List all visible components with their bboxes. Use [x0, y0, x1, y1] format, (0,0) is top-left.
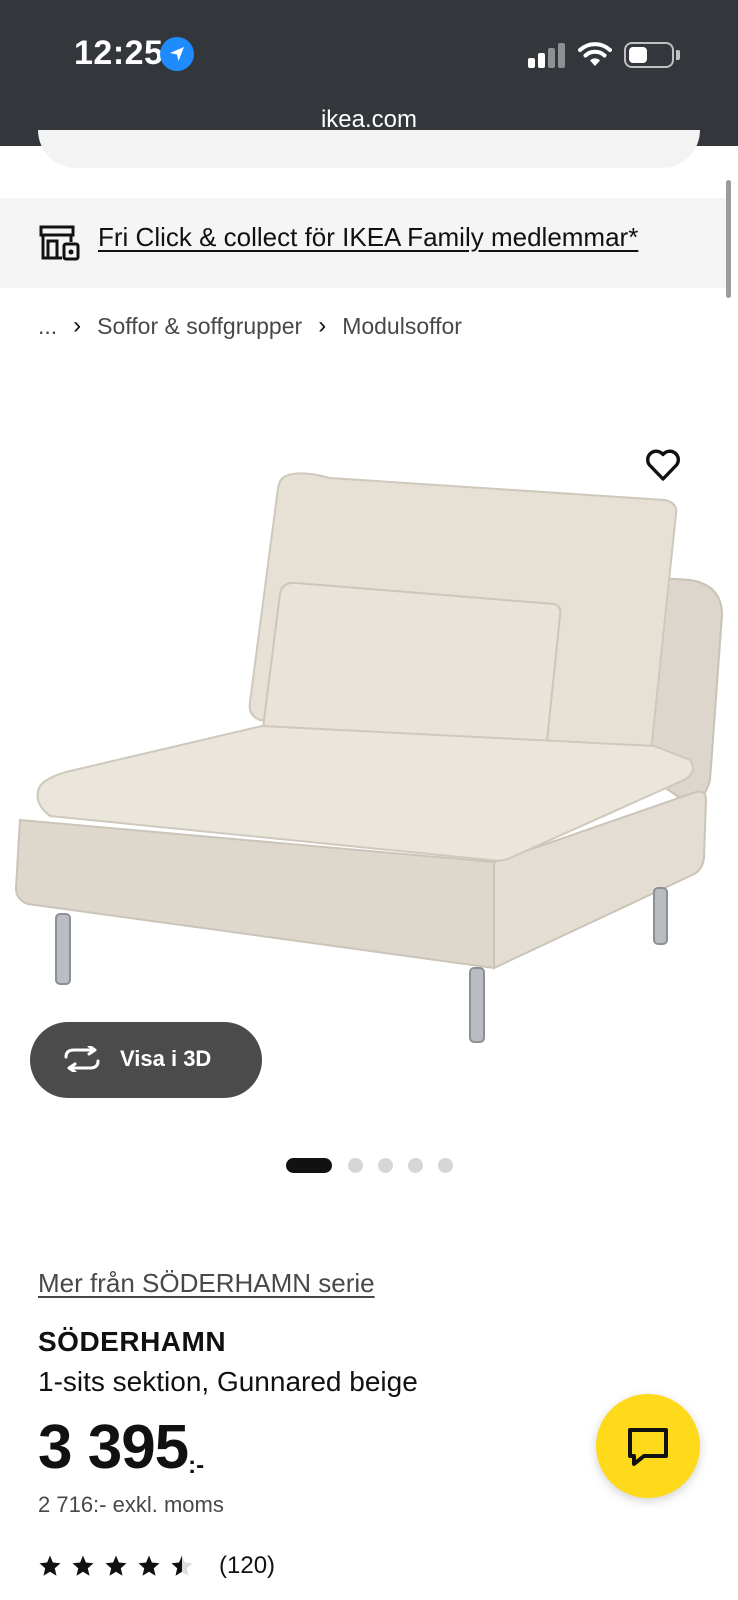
rating[interactable]: (120) — [38, 1552, 275, 1580]
carousel-dot[interactable] — [348, 1157, 363, 1173]
view-3d-label: Visa i 3D — [120, 1046, 212, 1071]
chat-button[interactable] — [596, 1394, 700, 1498]
star-filled-icon — [39, 1555, 61, 1576]
promo-banner[interactable]: Fri Click & collect för IKEA Family medl… — [0, 198, 726, 288]
product-image[interactable] — [0, 430, 738, 1060]
product-price: 3 395 :- — [38, 1412, 204, 1484]
review-count[interactable]: (120) — [219, 1552, 275, 1580]
chevron-right-icon: › — [318, 312, 327, 339]
breadcrumb-item-modulsoffor[interactable]: Modulsoffor — [342, 313, 462, 340]
carousel-dot[interactable] — [378, 1157, 393, 1173]
carousel-dot[interactable] — [408, 1157, 423, 1173]
product-name: SÖDERHAMN — [38, 1326, 227, 1357]
battery-icon — [624, 42, 674, 68]
star-half-icon — [171, 1555, 193, 1576]
price-suffix: :- — [188, 1452, 205, 1479]
wifi-icon — [578, 40, 612, 73]
cellular-signal-icon — [528, 43, 568, 68]
price-amount: 3 395 — [38, 1413, 189, 1482]
search-bar-edge[interactable] — [38, 130, 700, 168]
chat-icon — [628, 1428, 668, 1466]
carousel-pagination — [286, 1157, 468, 1173]
carousel-dot-active[interactable] — [286, 1157, 332, 1173]
store-icon — [38, 224, 82, 267]
breadcrumb: ... › Soffor & soffgrupper › Modulsoffor — [38, 312, 462, 340]
product-description: 1-sits sektion, Gunnared beige — [38, 1366, 418, 1397]
promo-link[interactable]: Fri Click & collect för IKEA Family medl… — [98, 222, 638, 253]
page-scrollbar[interactable] — [726, 180, 731, 298]
chevron-right-icon: › — [73, 312, 82, 339]
star-filled-icon — [72, 1555, 94, 1576]
breadcrumb-ellipsis[interactable]: ... — [38, 313, 57, 340]
series-link[interactable]: Mer från SÖDERHAMN serie — [38, 1268, 375, 1299]
star-filled-icon — [105, 1555, 127, 1576]
location-arrow-icon — [160, 37, 194, 71]
price-excl-vat: 2 716:- exkl. moms — [38, 1492, 224, 1517]
carousel-dot[interactable] — [438, 1157, 453, 1173]
status-time: 12:25 — [74, 34, 164, 72]
view-3d-button[interactable]: Visa i 3D — [30, 1022, 262, 1098]
breadcrumb-item-soffor[interactable]: Soffor & soffgrupper — [97, 313, 302, 340]
status-bar: 12:25 ikea.com — [0, 0, 738, 146]
star-filled-icon — [138, 1555, 160, 1576]
rotate-3d-icon — [62, 1044, 102, 1077]
heart-icon[interactable] — [645, 448, 681, 487]
